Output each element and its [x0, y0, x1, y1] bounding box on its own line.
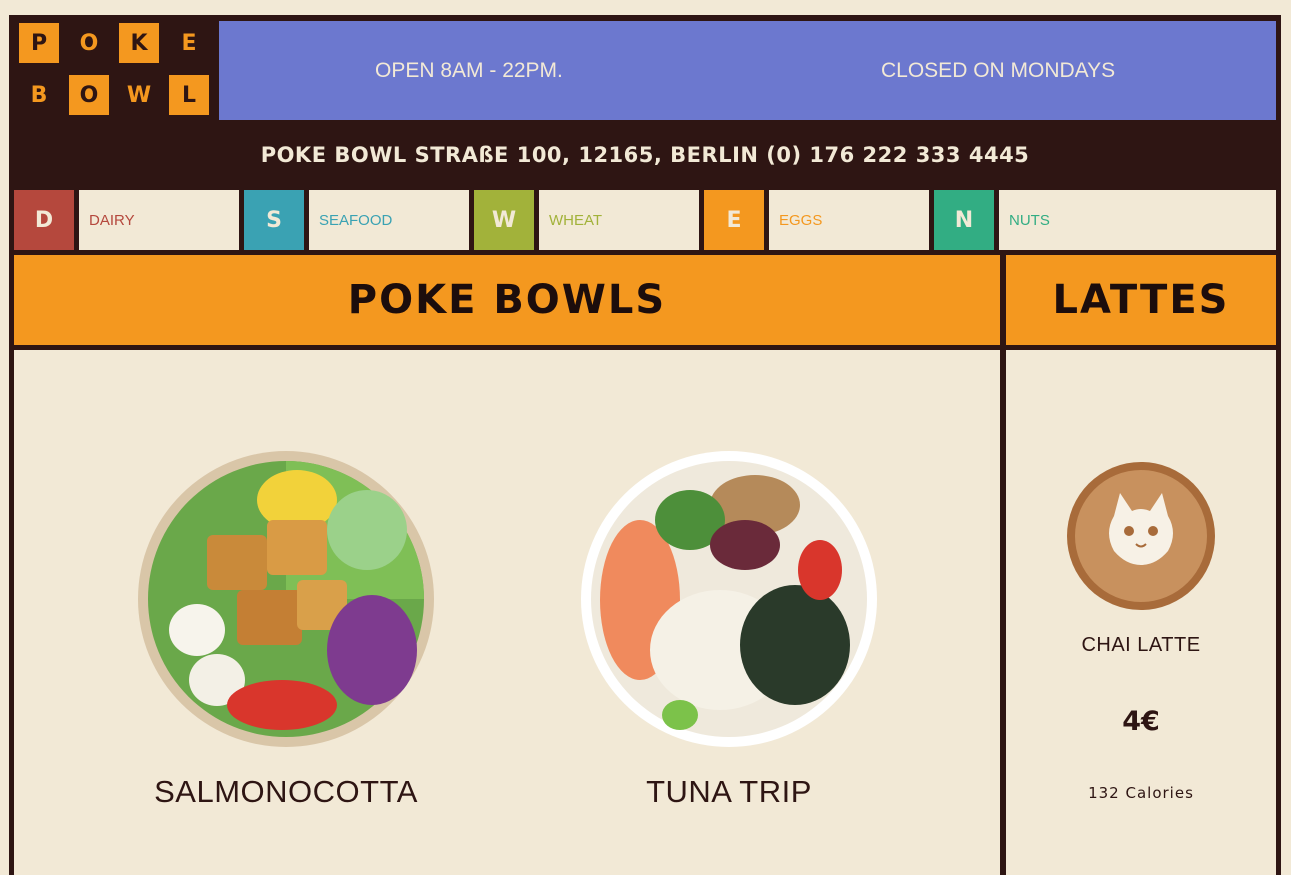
lattes-panel: CHAI LATTE 4€ 132 Calories: [1006, 350, 1276, 875]
bowl-name: SALMONOCOTTA: [154, 774, 418, 809]
hours-banner: OPEN 8AM - 22PM. CLOSED ON MONDAYS: [219, 21, 1276, 120]
tuna-trip-bowl-image: [580, 450, 878, 748]
address-line: POKE BOWL STRAßE 100, 12165, BERLIN (0) …: [260, 143, 1030, 167]
salmonocotta-bowl-image: [137, 450, 435, 748]
logo-letter: K: [119, 23, 159, 63]
allergen-badge-dairy: D: [14, 190, 74, 250]
logo-letter: P: [19, 23, 59, 63]
closed-days: CLOSED ON MONDAYS: [881, 59, 1116, 82]
opening-hours: OPEN 8AM - 22PM.: [375, 59, 563, 82]
allergen-badge-seafood: S: [244, 190, 304, 250]
bowl-name: TUNA TRIP: [646, 774, 812, 809]
latte-name: CHAI LATTE: [1081, 634, 1201, 656]
allergen-badge-eggs: E: [704, 190, 764, 250]
allergen-label-dairy: DAIRY: [79, 190, 239, 250]
logo-letter: L: [169, 75, 209, 115]
latte-calories: 132 Calories: [1088, 784, 1194, 802]
allergen-label-eggs: EGGS: [769, 190, 929, 250]
logo-letter: O: [79, 30, 99, 56]
logo-letter: E: [181, 30, 197, 56]
allergen-label-nuts: NUTS: [999, 190, 1276, 250]
chai-latte-image: [1066, 461, 1216, 611]
allergen-badge-nuts: N: [934, 190, 994, 250]
logo-letter: B: [30, 82, 48, 108]
allergen-label-seafood: SEAFOOD: [309, 190, 469, 250]
latte-price: 4€: [1122, 706, 1160, 737]
allergen-label-wheat: WHEAT: [539, 190, 699, 250]
poke-bowls-panel: SALMONOCOTTA TUNA TRIP: [14, 350, 1000, 875]
section-title-lattes: LATTES: [1006, 255, 1276, 345]
logo-letter: W: [126, 82, 152, 108]
section-title-poke-bowls: POKE BOWLS: [14, 255, 1000, 345]
logo-letter: O: [69, 75, 109, 115]
allergen-badge-wheat: W: [474, 190, 534, 250]
menu-frame: P O K E B O W L OPEN 8AM - 22PM. CLOSED …: [9, 15, 1281, 875]
poke-bowl-logo: P O K E B O W L: [19, 23, 209, 118]
